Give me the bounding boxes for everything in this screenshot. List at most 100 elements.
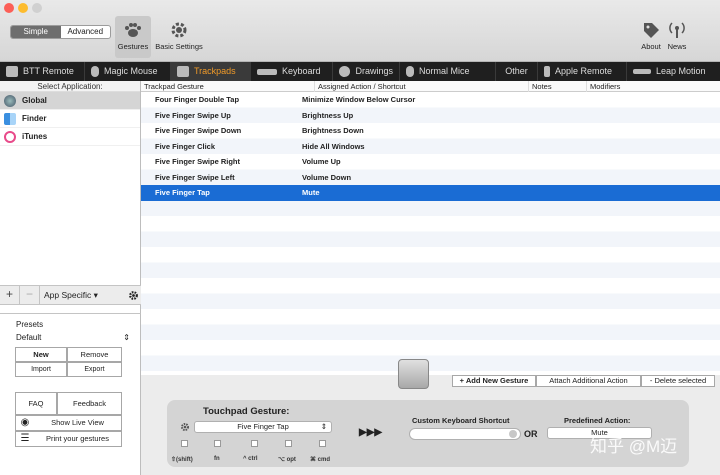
action-cell: Minimize Window Below Cursor	[302, 95, 416, 105]
tab-leap-motion[interactable]: Leap Motion	[627, 62, 720, 81]
music-note-icon	[4, 130, 16, 143]
gear-icon	[171, 22, 187, 38]
show-live-view-button[interactable]: ◉ Show Live View	[15, 415, 122, 431]
drawing-icon	[339, 66, 351, 77]
tab-keyboard[interactable]: Keyboard	[251, 62, 333, 81]
gesture-cell: Five Finger Click	[155, 141, 216, 151]
minimize-window-button[interactable]	[18, 3, 28, 13]
faq-button[interactable]: FAQ	[15, 392, 57, 415]
tab-apple-remote[interactable]: Apple Remote	[538, 62, 627, 81]
tag-icon	[644, 23, 659, 38]
tab-label: Apple Remote	[555, 66, 613, 76]
remove-app-button[interactable]: −	[20, 286, 40, 304]
shift-label: ⇧(shift)	[171, 457, 193, 463]
table-row[interactable]: Four Finger Double Tap Minimize Window Be…	[141, 92, 720, 108]
column-header-gesture[interactable]: Trackpad Gesture	[141, 81, 315, 92]
tab-drawings[interactable]: Drawings	[333, 62, 400, 81]
table-row[interactable]: Five Finger Swipe Down Brightness Down	[141, 123, 720, 139]
watermark: 知乎 @M迈	[590, 437, 678, 456]
import-preset-button[interactable]: Import	[15, 362, 67, 377]
or-label: OR	[524, 429, 538, 439]
gear-icon[interactable]	[128, 290, 139, 301]
gesture-cell: Five Finger Swipe Down	[155, 126, 242, 136]
remote-icon	[6, 66, 18, 77]
tab-btt-remote[interactable]: BTT Remote	[0, 62, 85, 81]
table-row[interactable]: Five Finger Swipe Up Brightness Up	[141, 107, 720, 123]
mode-advanced[interactable]: Advanced	[61, 26, 111, 38]
column-header-action[interactable]: Assigned Action / Shortcut	[315, 81, 529, 92]
app-item-itunes[interactable]: iTunes	[0, 128, 140, 146]
attach-action-button[interactable]: Attach Additional Action	[536, 375, 641, 387]
globe-icon	[4, 94, 16, 107]
gestures-tab[interactable]: Gestures	[115, 16, 151, 58]
record-gesture-button[interactable]	[398, 359, 429, 389]
list-icon: ☰	[20, 433, 30, 444]
opt-checkbox[interactable]	[285, 440, 292, 447]
add-gesture-button[interactable]: + Add New Gesture	[452, 375, 536, 387]
table-row[interactable]: Five Finger Click Hide All Windows	[141, 138, 720, 154]
close-window-button[interactable]	[4, 3, 14, 13]
mode-switch[interactable]: Simple Advanced	[10, 25, 111, 39]
fn-label: fn	[214, 456, 220, 462]
gesture-cell: Five Finger Swipe Right	[155, 157, 241, 167]
tab-label: BTT Remote	[23, 66, 74, 76]
eye-icon: ◉	[20, 417, 30, 428]
live-view-label: Show Live View	[51, 418, 104, 427]
shortcut-field[interactable]	[409, 428, 521, 440]
leap-motion-icon	[633, 69, 651, 74]
gear-icon[interactable]	[180, 422, 190, 432]
feedback-button[interactable]: Feedback	[57, 392, 122, 415]
presets-label: Presets	[16, 320, 44, 329]
clear-icon[interactable]	[509, 430, 517, 438]
column-header-modifiers[interactable]: Modifiers	[587, 81, 720, 92]
print-label: Print your gestures	[46, 434, 109, 443]
basic-settings-tab[interactable]: Basic Settings	[153, 16, 205, 58]
application-list: Select Application: Global Finder iTunes	[0, 81, 141, 315]
predefined-action-label: Predefined Action:	[564, 416, 631, 425]
tab-other[interactable]: Other	[496, 62, 538, 81]
tab-trackpads[interactable]: Trackpads	[171, 62, 251, 81]
table-row[interactable]: Five Finger Swipe Right Volume Up	[141, 154, 720, 170]
app-item-global[interactable]: Global	[0, 92, 140, 110]
tab-label: Keyboard	[282, 66, 321, 76]
updown-icon: ⇕	[320, 422, 327, 431]
preset-select[interactable]: Default ⇕	[16, 333, 130, 342]
gesture-table: Trackpad Gesture Assigned Action / Short…	[141, 81, 720, 375]
gesture-cell: Four Finger Double Tap	[155, 95, 240, 105]
table-row[interactable]: Five Finger Swipe Left Volume Down	[141, 169, 720, 185]
remove-preset-button[interactable]: Remove	[67, 347, 122, 362]
device-tabs: BTT Remote Magic Mouse Trackpads Keyboar…	[0, 62, 720, 81]
mode-simple[interactable]: Simple	[11, 26, 61, 38]
app-scope-popup[interactable]: App Specific ▾	[40, 290, 128, 301]
cmd-checkbox[interactable]	[319, 440, 326, 447]
ctrl-checkbox[interactable]	[251, 440, 258, 447]
news-button[interactable]: News	[664, 16, 690, 58]
print-gestures-button[interactable]: ☰ Print your gestures	[15, 431, 122, 447]
tab-normal-mice[interactable]: Normal Mice	[400, 62, 496, 81]
fn-checkbox[interactable]	[214, 440, 221, 447]
action-cell: Brightness Up	[302, 110, 354, 120]
app-item-finder[interactable]: Finder	[0, 110, 140, 128]
tab-label: Drawings	[355, 66, 393, 76]
tab-label: Leap Motion	[656, 66, 706, 76]
add-app-button[interactable]: +	[0, 286, 20, 304]
about-button[interactable]: About	[638, 16, 664, 58]
action-cell: Mute	[302, 188, 320, 198]
preset-value: Default	[16, 333, 42, 342]
action-cell: Hide All Windows	[302, 141, 365, 151]
table-body: Four Finger Double Tap Minimize Window Be…	[141, 92, 720, 375]
news-label: News	[667, 42, 687, 51]
column-header-notes[interactable]: Notes	[529, 81, 587, 92]
export-preset-button[interactable]: Export	[67, 362, 122, 377]
tab-label: Magic Mouse	[104, 66, 158, 76]
tab-label: Normal Mice	[419, 66, 470, 76]
tab-magic-mouse[interactable]: Magic Mouse	[85, 62, 171, 81]
gesture-select[interactable]: Five Finger Tap ⇕	[194, 421, 332, 433]
delete-selected-button[interactable]: - Delete selected	[641, 375, 715, 387]
table-row[interactable]: Five Finger Tap Mute	[141, 185, 720, 201]
cmd-label: ⌘ cmd	[310, 457, 331, 463]
shift-checkbox[interactable]	[181, 440, 188, 447]
basic-settings-label: Basic Settings	[155, 42, 203, 51]
new-preset-button[interactable]: New	[15, 347, 67, 362]
zoom-window-button[interactable]	[32, 3, 42, 13]
